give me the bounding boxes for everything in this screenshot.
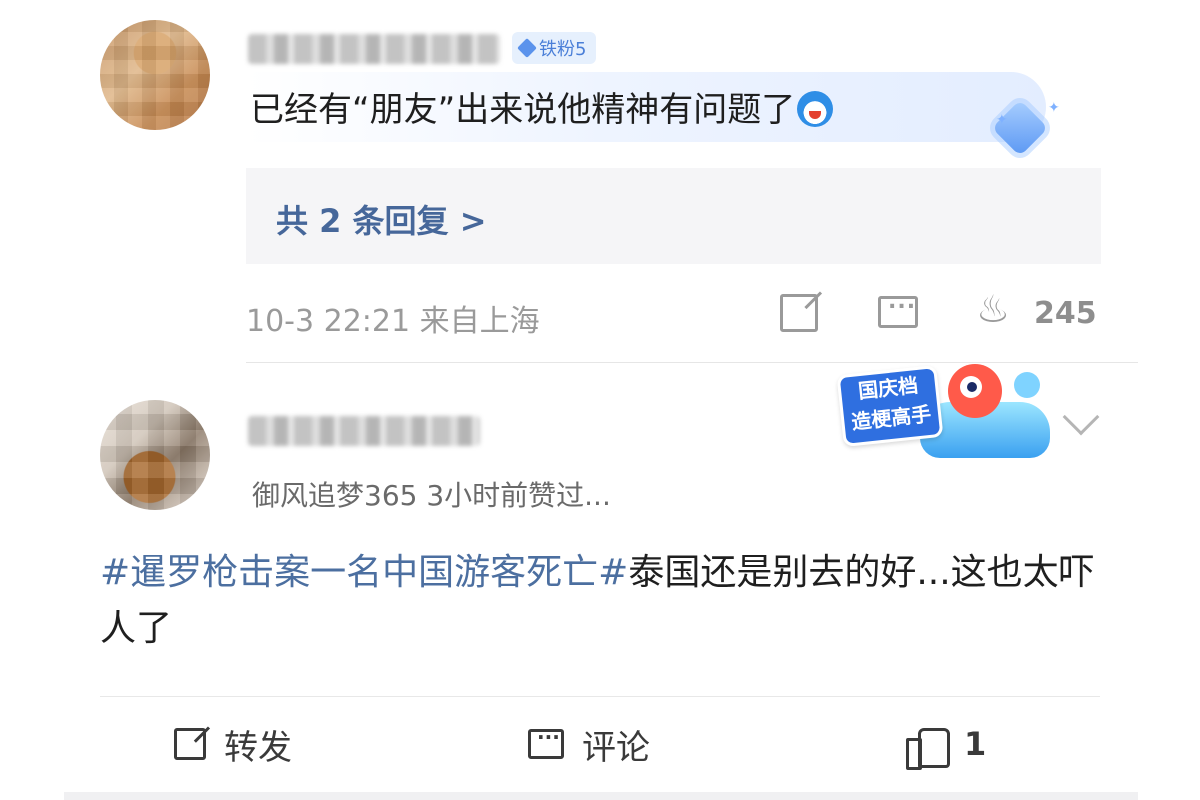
holiday-sticker: 国庆档 造梗高手 (830, 362, 1060, 462)
chevron-down-icon[interactable] (1062, 398, 1100, 436)
username-blurred[interactable] (248, 34, 500, 64)
comment-icon[interactable] (878, 289, 918, 328)
view-replies-link[interactable]: 共 2 条回复 > (276, 196, 487, 242)
hashtag-link[interactable]: #暹罗枪击案一名中国游客死亡# (100, 552, 628, 593)
like-button[interactable]: 1 (906, 720, 987, 770)
like-icon (906, 724, 950, 770)
repost-button[interactable]: 转发 (174, 720, 292, 768)
share-icon (174, 728, 206, 760)
share-icon[interactable] (780, 294, 818, 332)
comment-button[interactable]: 评论 (528, 720, 650, 768)
sparkle-icon: ✦ (1048, 100, 1060, 116)
fan-badge-label: 铁粉5 (539, 39, 587, 60)
comment-timestamp-location: 10-3 22:21 来自上海 (246, 304, 540, 339)
ball-icon (1014, 372, 1040, 398)
like-count: 1 (964, 725, 987, 763)
divider (100, 696, 1100, 697)
fan-badge[interactable]: 铁粉5 (512, 32, 597, 64)
avatar[interactable] (100, 400, 210, 510)
doraemon-emoji-icon (797, 91, 834, 127)
sticker-label: 国庆档 造梗高手 (836, 364, 944, 448)
hot-count: 245 (1034, 296, 1097, 331)
repost-label: 转发 (224, 727, 292, 768)
comment-text: 已经有“朋友”出来说他精神有问题了 (250, 82, 834, 131)
post-body: #暹罗枪击案一名中国游客死亡#泰国还是别去的好...这也太吓人了 (100, 545, 1100, 657)
comment-icon (528, 720, 564, 759)
section-separator (64, 792, 1138, 800)
liked-by-text: 御风追梦365 3小时前赞过... (252, 479, 611, 512)
sparkle-icon: ✦ (996, 112, 1008, 128)
mascot-icon (948, 364, 1002, 418)
gem-icon (517, 38, 537, 58)
comment-label: 评论 (582, 727, 650, 768)
username-blurred[interactable] (248, 416, 480, 446)
fire-icon[interactable]: ♨ (976, 290, 1010, 328)
avatar[interactable] (100, 20, 210, 130)
